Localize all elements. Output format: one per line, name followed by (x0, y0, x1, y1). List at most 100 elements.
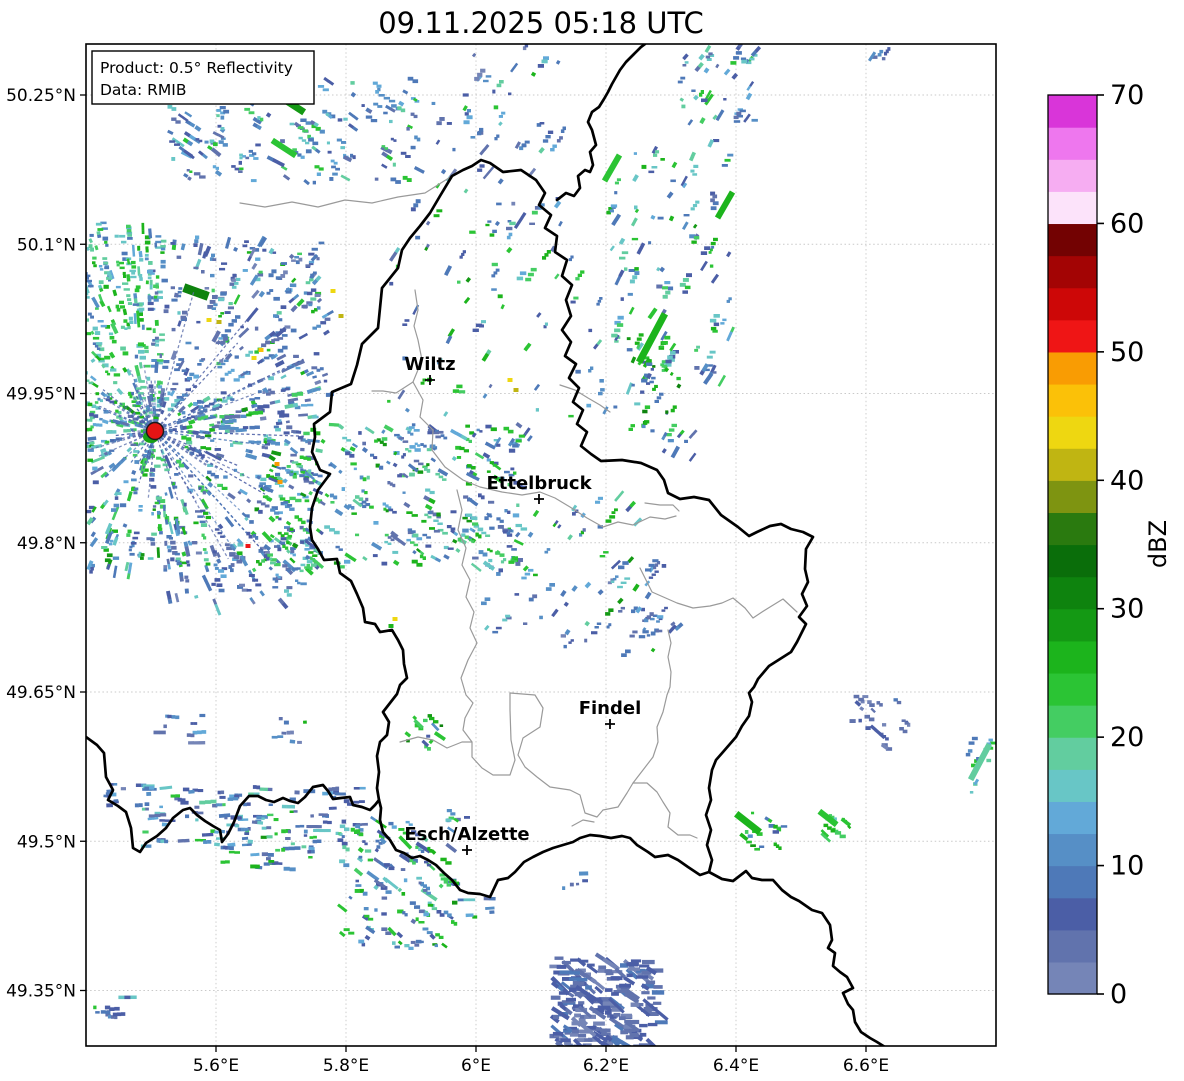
echo-cell (167, 391, 171, 396)
echo-cell (130, 260, 136, 265)
echo-cell (300, 155, 305, 159)
echo-cell (478, 534, 482, 539)
echo-cell (182, 530, 187, 536)
echo-cell (199, 713, 206, 718)
echo-cell (196, 258, 202, 266)
echo-cell (147, 307, 154, 311)
echo-cell (507, 510, 511, 514)
echo-cell (160, 839, 165, 843)
echo-cell (754, 847, 760, 851)
echo-cell (326, 141, 330, 145)
echo-cell (416, 137, 421, 142)
echo-speck (513, 388, 519, 392)
echo-cell (335, 786, 340, 791)
echo-cell (484, 624, 490, 631)
echo-cell (111, 508, 117, 512)
echo-cell (221, 422, 225, 426)
echo-cell (311, 824, 317, 829)
echo-cell (620, 581, 627, 584)
echo-cell (275, 451, 282, 457)
echo-cell (496, 443, 501, 447)
echo-cell (187, 402, 194, 408)
echo-cell (267, 787, 273, 792)
echo-cell (544, 253, 549, 257)
echo-cell (238, 170, 243, 173)
echo-cell (160, 245, 166, 248)
echo-cell (648, 241, 652, 245)
echo-cell (386, 460, 391, 465)
echo-cell (365, 115, 373, 119)
echo-cell (687, 119, 694, 126)
echo-cell (219, 106, 226, 110)
echo-cell (312, 375, 318, 379)
echo-cell (392, 941, 396, 945)
echo-cell (294, 790, 300, 795)
echo-cell (691, 240, 697, 244)
echo-cell (210, 439, 215, 442)
echo-cell (134, 288, 140, 293)
echo-cell (204, 434, 212, 438)
echo-cell (700, 90, 704, 94)
echo-cell (426, 448, 432, 452)
echo-cell (423, 444, 427, 448)
echo-cell (164, 468, 170, 472)
y-tick-label: 49.5°N (17, 832, 76, 852)
echo-cell (144, 802, 150, 806)
echo-cell (229, 282, 235, 286)
echo-cell (161, 278, 168, 283)
echo-cell (577, 273, 582, 277)
echo-cell (299, 455, 304, 459)
echo-cell (280, 274, 286, 278)
echo-cell (252, 578, 259, 582)
echo-cell (229, 846, 234, 850)
echo-cell (164, 540, 168, 546)
echo-cell (90, 315, 94, 319)
echo-cell (314, 293, 321, 297)
echo-cell (154, 319, 159, 326)
echo-cell (102, 257, 108, 260)
echo-cell (713, 322, 720, 327)
echo-cell (291, 259, 296, 262)
echo-cell (518, 434, 525, 438)
echo-cell (274, 579, 279, 583)
echo-cell (157, 296, 163, 299)
echo-cell (305, 149, 312, 154)
echo-cell (318, 448, 323, 454)
echo-cell (664, 281, 671, 285)
echo-cell (410, 145, 416, 150)
echo-cell (271, 339, 275, 343)
echo-cell (682, 64, 687, 67)
echo-cell (489, 910, 495, 914)
echo-cell (506, 226, 513, 231)
echo-cell (662, 294, 668, 299)
echo-cell (175, 794, 180, 798)
colorbar-segment (1048, 576, 1097, 610)
echo-cell (533, 573, 538, 577)
echo-cell (106, 430, 112, 434)
echo-cell (870, 707, 876, 714)
echo-cell (92, 466, 98, 471)
echo-cell (266, 553, 273, 557)
echo-cell (508, 232, 513, 237)
echo-cell (257, 820, 264, 825)
echo-cell (274, 399, 281, 404)
echo-cell (241, 407, 249, 413)
echo-cell (281, 804, 287, 809)
echo-cell (214, 578, 221, 582)
echo-cell (427, 515, 432, 519)
echo-cell (372, 554, 378, 558)
echo-cell (422, 556, 426, 560)
echo-cell (171, 107, 177, 111)
echo-cell (255, 583, 262, 587)
echo-cell (311, 247, 318, 251)
echo-cell (506, 246, 513, 254)
echo-cell (122, 308, 128, 316)
echo-cell (498, 568, 503, 573)
echo-cell (105, 440, 110, 444)
echo-cell (253, 157, 259, 160)
echo-cell (477, 131, 482, 136)
echo-cell (597, 299, 602, 303)
echo-cell (693, 164, 699, 168)
echo-cell (152, 505, 157, 508)
echo-cell (547, 130, 554, 134)
